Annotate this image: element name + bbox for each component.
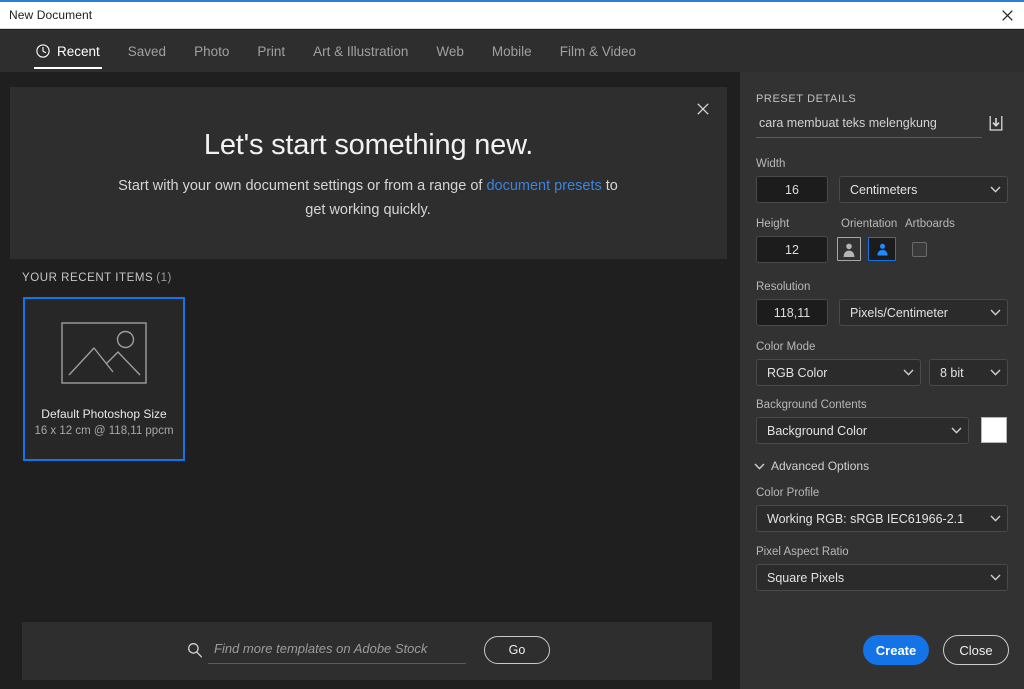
- orientation-portrait-button[interactable]: [837, 237, 861, 261]
- color-mode-label: Color Mode: [756, 341, 816, 353]
- tab-photo[interactable]: Photo: [180, 30, 243, 72]
- chevron-down-icon: [983, 186, 1007, 193]
- window-title: New Document: [9, 8, 93, 22]
- width-unit-select[interactable]: Centimeters: [839, 176, 1008, 203]
- recent-items-count: (1): [156, 272, 172, 284]
- search-icon: [188, 643, 203, 658]
- tab-label: Photo: [194, 43, 230, 59]
- tab-print[interactable]: Print: [243, 30, 299, 72]
- recent-items-label: YOUR RECENT ITEMS: [22, 272, 154, 284]
- background-contents-value: Background Color: [767, 423, 868, 438]
- resolution-label: Resolution: [756, 281, 811, 293]
- chevron-down-icon: [754, 463, 765, 470]
- color-profile-value: Working RGB: sRGB IEC61966-2.1: [767, 511, 965, 526]
- orientation-label: Orientation: [841, 218, 898, 230]
- banner-title: Let's start something new.: [203, 129, 534, 161]
- color-mode-value: RGB Color: [767, 365, 828, 380]
- chevron-down-icon: [983, 574, 1007, 581]
- tab-art-illustration[interactable]: Art & Illustration: [299, 30, 422, 72]
- advanced-options-toggle[interactable]: Advanced Options: [754, 459, 869, 473]
- chevron-down-icon: [983, 309, 1007, 316]
- recent-item-meta: 16 x 12 cm @ 118,11 ppcm: [34, 425, 174, 437]
- chevron-down-icon: [944, 427, 968, 434]
- tab-active-underline: [34, 67, 102, 69]
- tab-mobile[interactable]: Mobile: [478, 30, 546, 72]
- width-input[interactable]: [756, 176, 828, 203]
- tab-label: Web: [436, 43, 464, 59]
- document-presets-link[interactable]: document presets: [486, 178, 601, 194]
- stock-search-inner: Go: [182, 636, 550, 664]
- bit-depth-select[interactable]: 8 bit: [929, 359, 1008, 386]
- banner-text-before: Start with your own document settings or…: [118, 178, 487, 194]
- chevron-down-icon: [983, 369, 1007, 376]
- tab-label: Film & Video: [559, 43, 636, 59]
- resolution-unit-value: Pixels/Centimeter: [850, 305, 948, 320]
- color-mode-select[interactable]: RGB Color: [756, 359, 921, 386]
- chevron-down-icon: [983, 515, 1007, 522]
- width-label: Width: [756, 158, 786, 170]
- background-contents-select[interactable]: Background Color: [756, 417, 969, 444]
- recent-items-heading: YOUR RECENT ITEMS (1): [22, 272, 172, 284]
- banner-close-button[interactable]: [689, 95, 717, 123]
- tab-list: Recent Saved Photo Print Art & Illustrat…: [22, 30, 650, 72]
- close-icon: [1001, 9, 1013, 21]
- tab-saved[interactable]: Saved: [114, 30, 180, 72]
- tab-label: Mobile: [491, 43, 532, 59]
- stock-search-go-button[interactable]: Go: [484, 636, 550, 664]
- tab-film-video[interactable]: Film & Video: [546, 30, 650, 72]
- pixel-aspect-ratio-label: Pixel Aspect Ratio: [756, 546, 849, 558]
- height-input[interactable]: [756, 236, 828, 263]
- landscape-orientation-icon: [876, 243, 888, 256]
- window-titlebar: New Document: [0, 2, 1024, 29]
- recent-item-card[interactable]: Default Photoshop Size 16 x 12 cm @ 118,…: [23, 297, 185, 461]
- category-tabbar: Recent Saved Photo Print Art & Illustrat…: [0, 30, 1024, 72]
- color-profile-select[interactable]: Working RGB: sRGB IEC61966-2.1: [756, 505, 1008, 532]
- welcome-banner: Let's start something new. Start with yo…: [10, 87, 727, 259]
- preset-details-heading: PRESET DETAILS: [756, 93, 857, 105]
- tab-label: Recent: [57, 43, 100, 59]
- artboards-label: Artboards: [905, 218, 955, 230]
- tab-recent[interactable]: Recent: [22, 30, 114, 72]
- preset-name-input[interactable]: [756, 112, 982, 138]
- recent-item-title: Default Photoshop Size: [41, 407, 167, 421]
- window-close-button[interactable]: [990, 2, 1024, 28]
- orientation-landscape-button[interactable]: [868, 237, 896, 261]
- portrait-orientation-icon: [843, 243, 855, 257]
- tab-web[interactable]: Web: [422, 30, 478, 72]
- preset-details-panel: PRESET DETAILS Width Centimeters Height …: [740, 72, 1024, 689]
- artboards-checkbox[interactable]: [912, 242, 927, 257]
- bit-depth-value: 8 bit: [940, 365, 964, 380]
- width-unit-value: Centimeters: [850, 182, 918, 197]
- background-contents-label: Background Contents: [756, 399, 867, 411]
- height-label: Height: [756, 218, 790, 230]
- close-dialog-button[interactable]: Close: [943, 635, 1009, 665]
- image-placeholder-icon: [61, 322, 147, 384]
- banner-subtitle: Start with your own document settings or…: [118, 174, 618, 222]
- tab-label: Print: [257, 43, 286, 59]
- advanced-options-label: Advanced Options: [771, 459, 870, 473]
- preset-name-row: [756, 112, 1008, 140]
- close-icon: [697, 103, 709, 115]
- color-profile-label: Color Profile: [756, 487, 820, 499]
- tab-label: Art & Illustration: [313, 43, 409, 59]
- pixel-aspect-ratio-value: Square Pixels: [767, 570, 845, 585]
- stock-search-bar: Go: [22, 622, 712, 680]
- resolution-input[interactable]: [756, 299, 828, 326]
- clock-icon: [36, 44, 50, 58]
- background-color-swatch[interactable]: [981, 417, 1007, 443]
- stock-search-icon-button[interactable]: [182, 636, 208, 664]
- save-preset-icon: [989, 116, 1003, 131]
- create-button[interactable]: Create: [863, 635, 929, 665]
- stock-search-input[interactable]: [208, 636, 466, 664]
- resolution-unit-select[interactable]: Pixels/Centimeter: [839, 299, 1008, 326]
- new-document-dialog: New Document Recent Saved Photo Print Ar…: [0, 0, 1024, 689]
- pixel-aspect-ratio-select[interactable]: Square Pixels: [756, 564, 1008, 591]
- chevron-down-icon: [896, 369, 920, 376]
- templates-area: Let's start something new. Start with yo…: [0, 72, 740, 689]
- tab-label: Saved: [127, 43, 167, 59]
- save-preset-button[interactable]: [984, 110, 1008, 136]
